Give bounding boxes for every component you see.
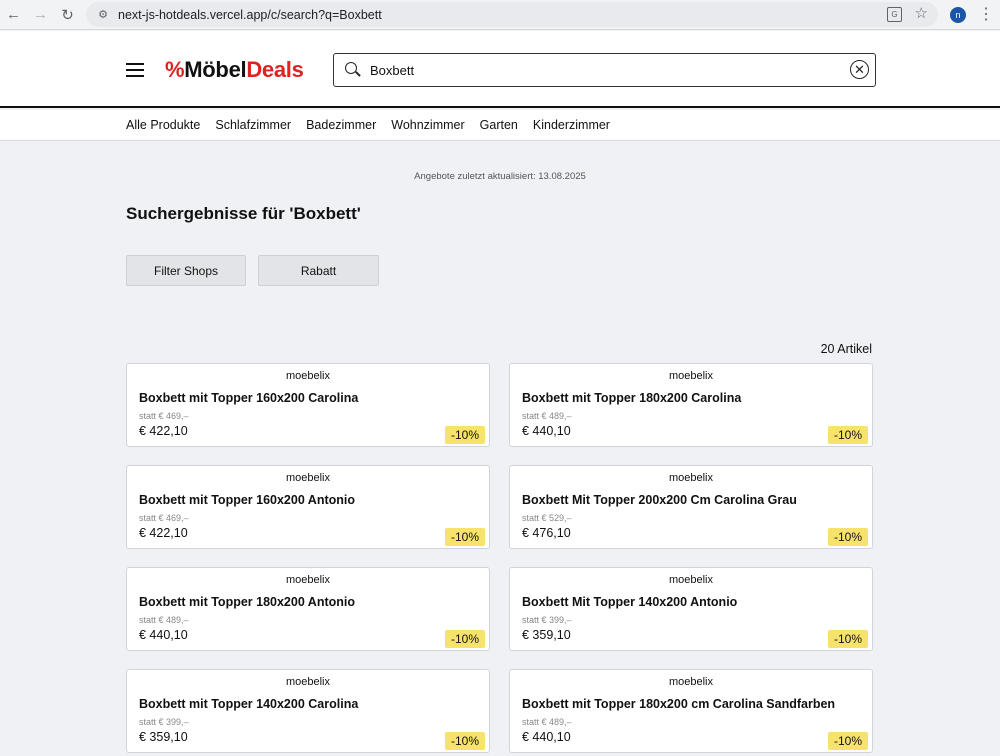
category-nav: Alle Produkte Schlafzimmer Badezimmer Wo…	[0, 110, 1000, 141]
discount-badge: -10%	[444, 732, 485, 750]
product-name[interactable]: Boxbett mit Topper 160x200 Antonio	[139, 493, 355, 507]
product-name[interactable]: Boxbett mit Topper 160x200 Carolina	[139, 391, 358, 405]
old-price: statt € 399,–	[522, 615, 572, 625]
old-price: statt € 489,–	[522, 717, 572, 727]
shop-name: moebelix	[668, 370, 714, 382]
search-icon	[345, 62, 361, 78]
filter-rabatt-button[interactable]: Rabatt	[258, 255, 379, 286]
current-price: € 440,10	[522, 730, 571, 744]
shop-name: moebelix	[285, 370, 331, 382]
current-price: € 476,10	[522, 526, 571, 540]
url-text[interactable]: next-js-hotdeals.vercel.app/c/search?q=B…	[118, 8, 382, 22]
shop-name: moebelix	[668, 472, 714, 484]
current-price: € 440,10	[139, 628, 188, 642]
bookmark-star-icon[interactable]: ☆	[915, 4, 928, 22]
product-card[interactable]: moebelix Boxbett mit Topper 180x200 Anto…	[126, 567, 490, 651]
address-bar[interactable]: ⚙ next-js-hotdeals.vercel.app/c/search?q…	[86, 2, 938, 27]
product-card[interactable]: moebelix Boxbett mit Topper 180x200 Caro…	[509, 363, 873, 447]
product-card[interactable]: moebelix Boxbett Mit Topper 140x200 Anto…	[509, 567, 873, 651]
product-card[interactable]: moebelix Boxbett mit Topper 160x200 Anto…	[126, 465, 490, 549]
filter-shops-button[interactable]: Filter Shops	[126, 255, 246, 286]
logo-moebel: Möbel	[184, 57, 247, 82]
site-settings-icon[interactable]: ⚙	[92, 8, 114, 21]
current-price: € 422,10	[139, 424, 188, 438]
hamburger-menu-icon[interactable]	[126, 63, 144, 77]
discount-badge: -10%	[444, 426, 485, 444]
discount-badge: -10%	[827, 732, 868, 750]
shop-name: moebelix	[285, 676, 331, 688]
old-price: statt € 529,–	[522, 513, 572, 523]
current-price: € 359,10	[139, 730, 188, 744]
logo-deals: Deals	[246, 57, 304, 82]
shop-name: moebelix	[668, 574, 714, 586]
browser-menu-icon[interactable]: ⋮	[978, 4, 994, 24]
nav-item-garten[interactable]: Garten	[480, 118, 518, 132]
forward-arrow-icon[interactable]: →	[27, 1, 54, 28]
product-card[interactable]: moebelix Boxbett mit Topper 140x200 Caro…	[126, 669, 490, 753]
old-price: statt € 489,–	[139, 615, 189, 625]
product-grid: moebelix Boxbett mit Topper 160x200 Caro…	[126, 363, 873, 753]
search-input[interactable]	[370, 62, 830, 78]
shop-name: moebelix	[285, 472, 331, 484]
product-name[interactable]: Boxbett mit Topper 180x200 Carolina	[522, 391, 741, 405]
old-price: statt € 399,–	[139, 717, 189, 727]
reload-icon[interactable]: ↻	[54, 1, 81, 28]
old-price: statt € 469,–	[139, 513, 189, 523]
current-price: € 359,10	[522, 628, 571, 642]
nav-item-kinderzimmer[interactable]: Kinderzimmer	[533, 118, 610, 132]
site-header: %MöbelDeals ✕	[0, 31, 1000, 108]
profile-avatar[interactable]: n	[950, 7, 966, 23]
discount-badge: -10%	[444, 528, 485, 546]
old-price: statt € 469,–	[139, 411, 189, 421]
search-box: ✕	[333, 53, 876, 87]
product-card[interactable]: moebelix Boxbett Mit Topper 200x200 Cm C…	[509, 465, 873, 549]
shop-name: moebelix	[668, 676, 714, 688]
nav-item-wohnzimmer[interactable]: Wohnzimmer	[391, 118, 464, 132]
discount-badge: -10%	[827, 528, 868, 546]
current-price: € 440,10	[522, 424, 571, 438]
product-name[interactable]: Boxbett mit Topper 140x200 Carolina	[139, 697, 358, 711]
product-card[interactable]: moebelix Boxbett mit Topper 160x200 Caro…	[126, 363, 490, 447]
logo-percent: %	[165, 57, 185, 82]
discount-badge: -10%	[827, 630, 868, 648]
result-count: 20 Artikel	[820, 342, 872, 356]
back-arrow-icon[interactable]: ←	[0, 1, 27, 28]
product-name[interactable]: Boxbett mit Topper 180x200 Antonio	[139, 595, 355, 609]
page-title: Suchergebnisse für 'Boxbett'	[126, 204, 361, 223]
browser-toolbar: ← → ↻ ⚙ next-js-hotdeals.vercel.app/c/se…	[0, 0, 1000, 30]
product-name[interactable]: Boxbett Mit Topper 200x200 Cm Carolina G…	[522, 493, 797, 507]
nav-item-alle-produkte[interactable]: Alle Produkte	[126, 118, 200, 132]
current-price: € 422,10	[139, 526, 188, 540]
product-name[interactable]: Boxbett mit Topper 180x200 cm Carolina S…	[522, 697, 835, 711]
last-updated-text: Angebote zuletzt aktualisiert: 13.08.202…	[414, 171, 586, 182]
old-price: statt € 489,–	[522, 411, 572, 421]
nav-item-schlafzimmer[interactable]: Schlafzimmer	[215, 118, 291, 132]
discount-badge: -10%	[444, 630, 485, 648]
site-logo[interactable]: %MöbelDeals	[165, 57, 304, 83]
clear-search-icon[interactable]: ✕	[850, 60, 869, 79]
nav-item-badezimmer[interactable]: Badezimmer	[306, 118, 376, 132]
discount-badge: -10%	[827, 426, 868, 444]
shop-name: moebelix	[285, 574, 331, 586]
translate-icon[interactable]: G	[887, 7, 902, 22]
product-name[interactable]: Boxbett Mit Topper 140x200 Antonio	[522, 595, 737, 609]
product-card[interactable]: moebelix Boxbett mit Topper 180x200 cm C…	[509, 669, 873, 753]
